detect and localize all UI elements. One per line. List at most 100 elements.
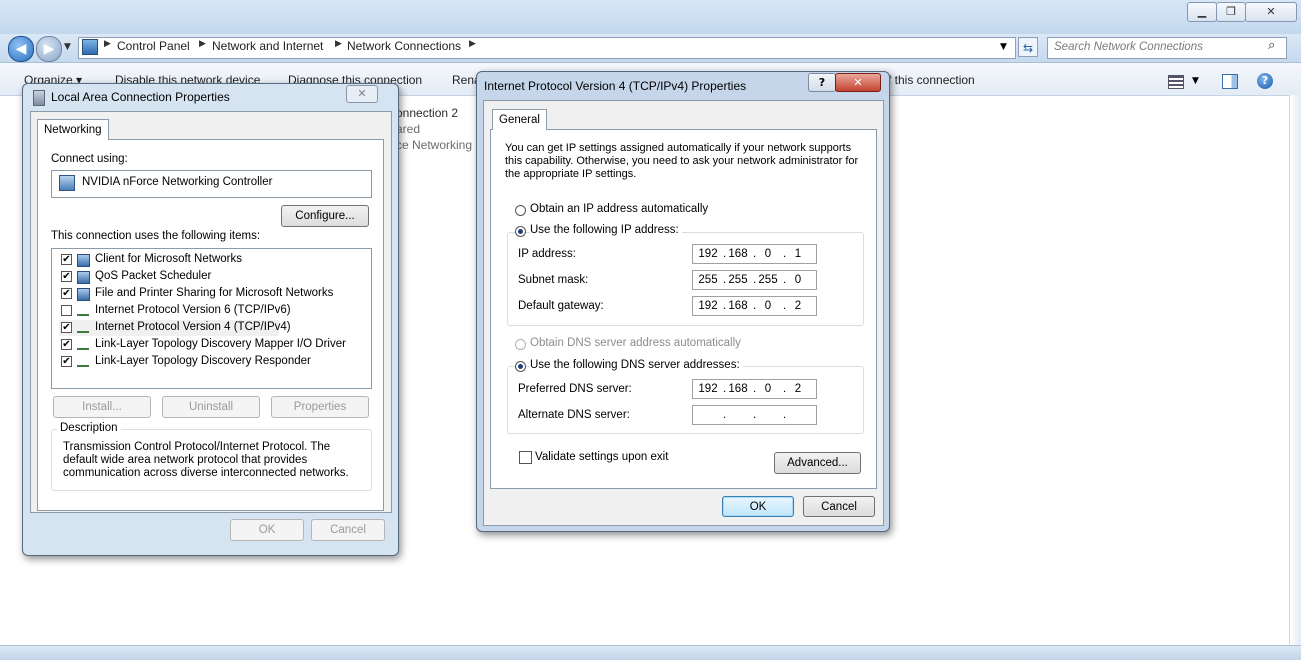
help-button[interactable]: ? [808, 73, 836, 92]
item-checkbox[interactable]: ✔ [61, 288, 72, 299]
dialog-title: Local Area Connection Properties [51, 90, 230, 104]
connection-2-adapter: ce Networking [396, 138, 473, 152]
tab-general[interactable]: General [492, 109, 547, 130]
preferred-dns-label: Preferred DNS server: [518, 383, 632, 395]
default-gateway-input[interactable]: 192. 168. 0. 2 [692, 296, 817, 316]
search-input[interactable]: Search Network Connections [1047, 37, 1287, 59]
breadcrumb-separator-icon: ▶ [469, 39, 476, 49]
ip-octet: 168 [728, 383, 748, 395]
refresh-icon[interactable]: ⇆ [1018, 37, 1038, 57]
use-following-dns-radio[interactable] [515, 361, 526, 372]
use-following-ip-label[interactable]: Use the following IP address: [530, 224, 682, 236]
use-following-dns-label[interactable]: Use the following DNS server addresses: [530, 359, 743, 371]
taskbar-edge [0, 645, 1301, 660]
items-label: This connection uses the following items… [51, 230, 261, 242]
ip-octet: 0 [764, 300, 772, 312]
list-item[interactable]: ✔ Link-Layer Topology Discovery Mapper I/… [59, 337, 359, 353]
breadcrumb-control-panel[interactable]: Control Panel [117, 39, 190, 53]
properties-button[interactable]: Properties [271, 396, 369, 418]
install-button[interactable]: Install... [53, 396, 151, 418]
uninstall-button[interactable]: Uninstall [162, 396, 260, 418]
back-arrow-icon[interactable]: ◀ [8, 36, 34, 62]
protocol-icon [77, 341, 89, 350]
use-following-ip-radio[interactable] [515, 226, 526, 237]
dialog-title: Internet Protocol Version 4 (TCP/IPv4) P… [484, 79, 747, 93]
network-client-icon [77, 254, 90, 267]
cancel-button[interactable]: Cancel [311, 519, 385, 541]
address-dropdown-chevron-icon[interactable]: ▼ [1000, 42, 1007, 52]
search-icon[interactable]: ⌕ [1268, 38, 1275, 53]
protocol-icon [77, 307, 89, 316]
item-checkbox[interactable]: ✔ [61, 322, 72, 333]
item-label: QoS Packet Scheduler [95, 270, 212, 282]
item-label: File and Printer Sharing for Microsoft N… [95, 287, 334, 299]
maximize-button[interactable]: ❐ [1216, 2, 1246, 22]
intro-text: You can get IP settings assigned automat… [505, 142, 859, 180]
validate-label[interactable]: Validate settings upon exit [535, 451, 668, 463]
close-icon[interactable]: ✕ [835, 73, 881, 92]
item-checkbox[interactable]: ✔ [61, 356, 72, 367]
default-gateway-label: Default gateway: [518, 300, 604, 312]
list-item[interactable]: ✔ Link-Layer Topology Discovery Responder [59, 354, 359, 370]
ok-button[interactable]: OK [230, 519, 304, 541]
subnet-mask-input[interactable]: 255. 255. 255. 0 [692, 270, 817, 290]
obtain-ip-auto-radio[interactable] [515, 205, 526, 216]
list-item[interactable]: ✔ QoS Packet Scheduler [59, 269, 359, 285]
ip-address-input[interactable]: 192. 168. 0. 1 [692, 244, 817, 264]
minimize-button[interactable]: ▁ [1187, 2, 1217, 22]
item-checkbox[interactable]: ✔ [61, 339, 72, 350]
ip-octet: 1 [794, 248, 802, 260]
cancel-button[interactable]: Cancel [803, 496, 875, 517]
validate-checkbox[interactable] [519, 451, 532, 464]
item-checkbox[interactable]: ✔ [61, 254, 72, 265]
ip-octet: 0 [764, 383, 772, 395]
subnet-mask-label: Subnet mask: [518, 274, 589, 286]
preferred-dns-input[interactable]: 192. 168. 0. 2 [692, 379, 817, 399]
close-button[interactable]: ✕ [1245, 2, 1297, 22]
configure-button[interactable]: Configure... [281, 205, 369, 227]
close-icon[interactable]: ✕ [346, 85, 378, 103]
protocol-icon [77, 358, 89, 367]
breadcrumb-network-connections[interactable]: Network Connections [347, 39, 461, 53]
ip-octet: 255 [728, 274, 748, 286]
list-item[interactable]: Internet Protocol Version 6 (TCP/IPv6) [59, 303, 359, 319]
alternate-dns-input[interactable]: ... [692, 405, 817, 425]
obtain-dns-auto-label[interactable]: Obtain DNS server address automatically [530, 337, 741, 349]
ok-button[interactable]: OK [722, 496, 794, 517]
obtain-ip-auto-label[interactable]: Obtain an IP address automatically [530, 203, 708, 215]
forward-arrow-icon[interactable]: ▶ [36, 36, 62, 62]
ip-octet: 0 [764, 248, 772, 260]
ip-octet: 192 [698, 248, 718, 260]
connect-using-label: Connect using: [51, 153, 128, 165]
item-label: Internet Protocol Version 6 (TCP/IPv6) [95, 304, 291, 316]
ip-octet: 2 [794, 383, 802, 395]
search-placeholder: Search Network Connections [1054, 41, 1203, 53]
adapter-name: NVIDIA nForce Networking Controller [82, 176, 273, 188]
description-text: Transmission Control Protocol/Internet P… [63, 441, 349, 479]
item-checkbox[interactable] [61, 305, 72, 316]
help-icon[interactable]: ? [1257, 73, 1273, 89]
breadcrumb-network-internet[interactable]: Network and Internet [212, 39, 323, 53]
item-label: Internet Protocol Version 4 (TCP/IPv4) [95, 321, 291, 333]
ip-octet: 192 [698, 383, 718, 395]
advanced-button[interactable]: Advanced... [774, 452, 861, 474]
ip-address-label: IP address: [518, 248, 576, 260]
list-item[interactable]: ✔ Internet Protocol Version 4 (TCP/IPv4) [59, 320, 291, 336]
view-chevron-icon[interactable]: ▼ [1192, 76, 1199, 86]
ip-octet: 255 [698, 274, 718, 286]
breadcrumb-separator-icon: ▶ [335, 39, 342, 49]
preview-pane-icon[interactable] [1222, 74, 1238, 89]
tab-networking[interactable]: Networking [37, 119, 109, 140]
list-item[interactable]: ✔ File and Printer Sharing for Microsoft … [59, 286, 359, 302]
obtain-dns-auto-radio[interactable] [515, 339, 526, 350]
ip-octet: 0 [794, 274, 802, 286]
ip-octet: 255 [758, 274, 778, 286]
list-item[interactable]: ✔ Client for Microsoft Networks [59, 252, 359, 268]
network-adapter-icon [33, 90, 45, 106]
connection-2-name[interactable]: onnection 2 [396, 106, 458, 120]
change-settings-button[interactable]: f this connection [888, 73, 975, 87]
view-options-icon[interactable] [1168, 75, 1184, 89]
breadcrumb-separator-icon: ▶ [199, 39, 206, 49]
recent-pages-chevron-icon[interactable]: ▼ [64, 42, 71, 52]
item-checkbox[interactable]: ✔ [61, 271, 72, 282]
